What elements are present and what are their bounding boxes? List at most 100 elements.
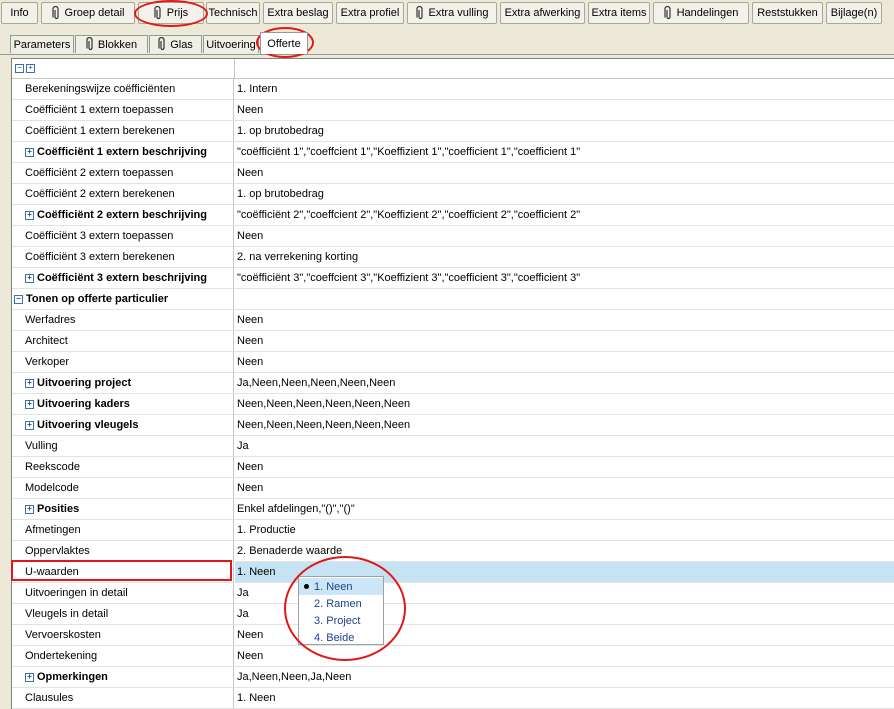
property-value[interactable] bbox=[235, 289, 894, 309]
property-value[interactable]: 1. Neen bbox=[235, 688, 894, 708]
property-label-cell: Uitvoeringen in detail bbox=[12, 583, 234, 603]
property-row[interactable]: Coëfficiënt 3 extern berekenen 2. na verr… bbox=[12, 247, 894, 268]
property-value[interactable]: 2. na verrekening korting bbox=[235, 247, 894, 267]
expand-icon[interactable]: + bbox=[25, 399, 34, 409]
property-row[interactable]: + Posities Enkel afdelingen,"()","()" bbox=[12, 499, 894, 520]
tab-offerte[interactable]: Offerte bbox=[260, 32, 308, 54]
property-row[interactable]: Modelcode Neen bbox=[12, 478, 894, 499]
expand-icon[interactable]: + bbox=[25, 147, 34, 157]
property-value[interactable]: "coëfficiënt 2","coeffcient 2","Koeffizi… bbox=[235, 205, 894, 225]
handelingen-label: Handelingen bbox=[676, 7, 739, 19]
property-row[interactable]: Oppervlaktes 2. Benaderde waarde bbox=[12, 541, 894, 562]
property-value[interactable]: 1. op brutobedrag bbox=[235, 121, 894, 141]
property-value[interactable]: Enkel afdelingen,"()","()" bbox=[235, 499, 894, 519]
property-value[interactable]: Ja bbox=[235, 436, 894, 456]
property-row[interactable]: Werfadres Neen bbox=[12, 310, 894, 331]
property-label-cell: Afmetingen bbox=[12, 520, 234, 540]
property-value[interactable]: Neen,Neen,Neen,Neen,Neen,Neen bbox=[235, 394, 894, 414]
u-waarden-dropdown[interactable]: 1. Neen 2. Ramen 3. Project 4. Beide bbox=[298, 576, 384, 645]
property-label-cell: + Coëfficiënt 1 extern beschrijving bbox=[12, 142, 234, 162]
groep-detail-button[interactable]: Groep detail bbox=[41, 2, 135, 24]
property-row[interactable]: Afmetingen 1. Productie bbox=[12, 520, 894, 541]
dropdown-option[interactable]: 2. Ramen bbox=[299, 595, 383, 612]
property-row[interactable]: Coëfficiënt 3 extern toepassen Neen bbox=[12, 226, 894, 247]
property-value[interactable]: Neen bbox=[235, 478, 894, 498]
property-row[interactable]: Uitvoeringen in detail Ja bbox=[12, 583, 894, 604]
prijs-button[interactable]: Prijs bbox=[138, 2, 204, 24]
expand-icon[interactable]: + bbox=[25, 378, 34, 388]
property-row[interactable]: Coëfficiënt 2 extern toepassen Neen bbox=[12, 163, 894, 184]
property-value[interactable]: Neen bbox=[235, 331, 894, 351]
dropdown-option[interactable]: 1. Neen bbox=[299, 578, 383, 595]
property-row[interactable]: + Uitvoering vleugels Neen,Neen,Neen,Neen,… bbox=[12, 415, 894, 436]
property-value[interactable]: Neen bbox=[235, 352, 894, 372]
property-row[interactable]: Coëfficiënt 2 extern berekenen 1. op brut… bbox=[12, 184, 894, 205]
expand-icon[interactable]: + bbox=[25, 420, 34, 430]
property-row[interactable]: Vulling Ja bbox=[12, 436, 894, 457]
property-row[interactable]: Coëfficiënt 1 extern toepassen Neen bbox=[12, 100, 894, 121]
expand-icon[interactable]: + bbox=[25, 672, 34, 682]
property-row[interactable]: Vleugels in detail Ja bbox=[12, 604, 894, 625]
reststukken-button[interactable]: Reststukken bbox=[752, 2, 823, 24]
property-row[interactable]: + Coëfficiënt 1 extern beschrijving "coëff… bbox=[12, 142, 894, 163]
tab-parameters[interactable]: Parameters bbox=[10, 35, 74, 53]
grid-header: − + bbox=[12, 59, 894, 79]
property-row[interactable]: U-waarden 1. Neen bbox=[12, 562, 894, 583]
property-row[interactable]: Coëfficiënt 1 extern berekenen 1. op brut… bbox=[12, 121, 894, 142]
collapse-all-icon[interactable]: − bbox=[15, 64, 24, 73]
property-label-cell: Vervoerskosten bbox=[12, 625, 234, 645]
technisch-button[interactable]: Technisch bbox=[206, 2, 260, 24]
dropdown-option[interactable]: 3. Project bbox=[299, 612, 383, 629]
handelingen-button[interactable]: Handelingen bbox=[653, 2, 749, 24]
property-row[interactable]: + Coëfficiënt 2 extern beschrijving "coëff… bbox=[12, 205, 894, 226]
property-value[interactable]: Neen bbox=[235, 457, 894, 477]
property-row[interactable]: + Uitvoering project Ja,Neen,Neen,Neen,Nee… bbox=[12, 373, 894, 394]
property-row[interactable]: Ondertekening Neen bbox=[12, 646, 894, 667]
property-value[interactable]: Neen bbox=[235, 100, 894, 120]
property-label: Architect bbox=[25, 335, 68, 347]
expand-icon[interactable]: + bbox=[25, 273, 34, 283]
property-value[interactable]: "coëfficiënt 1","coeffcient 1","Koeffizi… bbox=[235, 142, 894, 162]
property-row[interactable]: Vervoerskosten Neen bbox=[12, 625, 894, 646]
property-row[interactable]: − Tonen op offerte particulier bbox=[12, 289, 894, 310]
property-label: Coëfficiënt 3 extern berekenen bbox=[25, 251, 175, 263]
info-button[interactable]: Info bbox=[1, 2, 38, 24]
tab-uitvoering[interactable]: Uitvoering bbox=[203, 35, 259, 53]
expand-all-icon[interactable]: + bbox=[26, 64, 35, 73]
property-row[interactable]: Clausules 1. Neen bbox=[12, 688, 894, 709]
property-value[interactable]: 2. Benaderde waarde bbox=[235, 541, 894, 561]
expand-icon[interactable]: + bbox=[25, 504, 34, 514]
property-value[interactable]: Neen bbox=[235, 226, 894, 246]
expand-icon[interactable]: + bbox=[25, 210, 34, 220]
property-row[interactable]: Architect Neen bbox=[12, 331, 894, 352]
property-row[interactable]: Verkoper Neen bbox=[12, 352, 894, 373]
property-row[interactable]: Berekeningswijze coëfficiënten 1. Intern bbox=[12, 79, 894, 100]
property-value[interactable]: Neen,Neen,Neen,Neen,Neen,Neen bbox=[235, 415, 894, 435]
tab-parameters-label: Parameters bbox=[13, 38, 71, 51]
dropdown-option[interactable]: 4. Beide bbox=[299, 629, 383, 646]
property-value[interactable]: Neen bbox=[235, 646, 894, 666]
property-value[interactable]: 1. op brutobedrag bbox=[235, 184, 894, 204]
tab-uitvoering-label: Uitvoering bbox=[206, 38, 256, 51]
tab-glas[interactable]: Glas bbox=[149, 35, 202, 53]
property-value[interactable]: 1. Intern bbox=[235, 79, 894, 99]
property-value[interactable]: 1. Productie bbox=[235, 520, 894, 540]
property-value[interactable]: Ja,Neen,Neen,Ja,Neen bbox=[235, 667, 894, 687]
collapse-icon[interactable]: − bbox=[14, 294, 23, 304]
property-value[interactable]: Ja,Neen,Neen,Neen,Neen,Neen bbox=[235, 373, 894, 393]
bijlagen-button[interactable]: Bijlage(n) bbox=[826, 2, 882, 24]
tab-blokken[interactable]: Blokken bbox=[75, 35, 148, 53]
property-row[interactable]: Reekscode Neen bbox=[12, 457, 894, 478]
reststukken-label: Reststukken bbox=[757, 7, 818, 19]
property-value[interactable]: Neen bbox=[235, 163, 894, 183]
property-value[interactable]: Neen bbox=[235, 310, 894, 330]
extra-vulling-button[interactable]: Extra vulling bbox=[407, 2, 497, 24]
property-row[interactable]: + Opmerkingen Ja,Neen,Neen,Ja,Neen bbox=[12, 667, 894, 688]
extra-items-button[interactable]: Extra items bbox=[588, 2, 650, 24]
extra-afwerking-button[interactable]: Extra afwerking bbox=[500, 2, 585, 24]
property-row[interactable]: + Coëfficiënt 3 extern beschrijving "coëff… bbox=[12, 268, 894, 289]
extra-beslag-button[interactable]: Extra beslag bbox=[263, 2, 333, 24]
property-value[interactable]: "coëfficiënt 3","coeffcient 3","Koeffizi… bbox=[235, 268, 894, 288]
property-row[interactable]: + Uitvoering kaders Neen,Neen,Neen,Neen,Ne… bbox=[12, 394, 894, 415]
extra-profiel-button[interactable]: Extra profiel bbox=[336, 2, 404, 24]
